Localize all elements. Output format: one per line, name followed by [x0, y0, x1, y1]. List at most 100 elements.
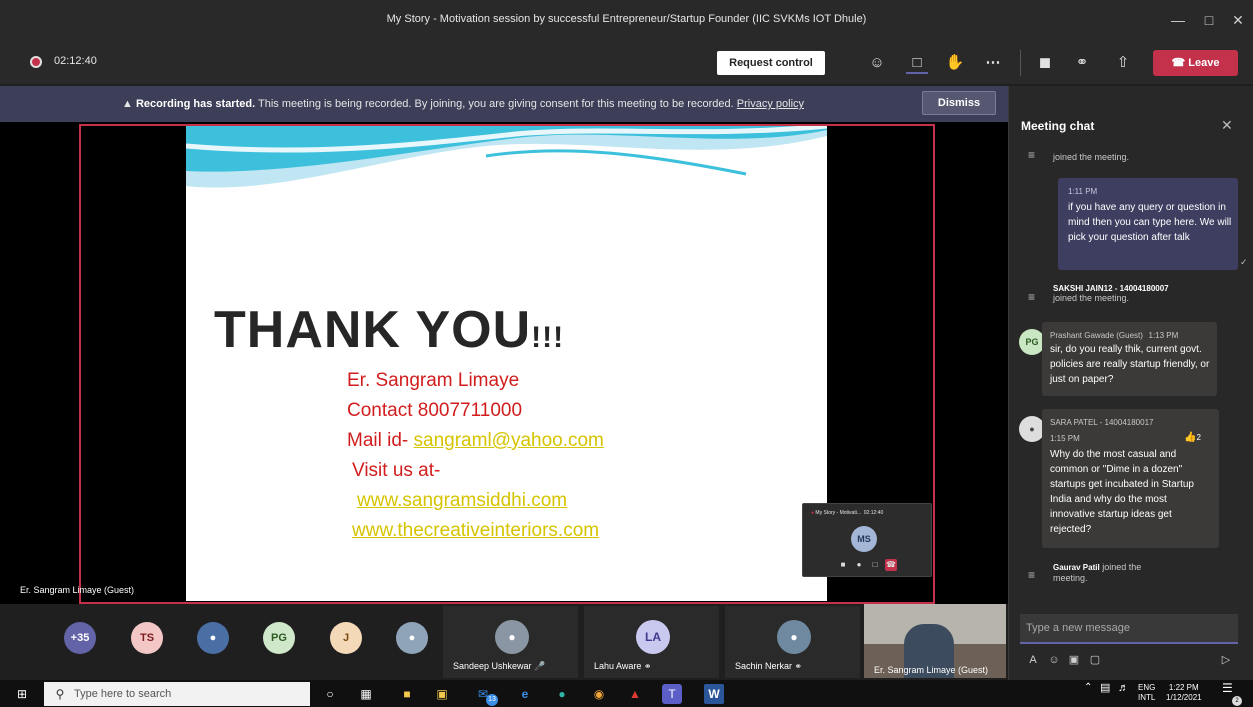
request-control-button[interactable]: Request control — [717, 51, 825, 75]
slide-site-1: www.sangramsiddhi.com — [357, 490, 568, 511]
chrome-icon[interactable]: ◉ — [589, 684, 609, 704]
participant-avatar-ts[interactable]: TS — [131, 622, 163, 654]
send-icon[interactable]: ▷ — [1218, 652, 1234, 668]
leave-button[interactable]: ☎ Leave — [1153, 50, 1238, 76]
store-icon[interactable]: ▣ — [432, 684, 452, 704]
system-message: joined the meeting. — [1053, 152, 1130, 162]
warning-icon: ▲ — [122, 98, 133, 110]
slide-visit: Visit us at- — [352, 460, 441, 481]
slide-heading: THANK YOU!!! — [214, 300, 564, 360]
recording-banner: ▲ Recording has started. This meeting is… — [0, 86, 1008, 122]
meeting-timer: 02:12:40 — [54, 55, 97, 67]
clock[interactable]: 1:22 PM 1/12/2021 — [1166, 683, 1202, 703]
clock-date: 1/12/2021 — [1166, 693, 1202, 702]
minimize-icon[interactable]: — — [1168, 10, 1188, 30]
participant-name: Sachin Nerkar ⚭ — [735, 661, 803, 671]
close-icon[interactable]: ✕ — [1228, 10, 1248, 30]
leave-label: Leave — [1188, 57, 1220, 69]
system-message-name: SAKSHI JAIN12 - 14004180007 — [1053, 284, 1169, 293]
chat-icon[interactable]: □ — [906, 52, 928, 74]
acrobat-icon[interactable]: ▲ — [625, 684, 645, 704]
notification-center-icon[interactable]: ☰ — [1222, 682, 1233, 694]
mini-window-title: ● My Story - Motivati... 02:12:40 — [811, 510, 884, 516]
window-title: My Story - Motivation session by success… — [386, 13, 867, 25]
slide-presenter-name: Er. Sangram Limaye — [347, 370, 520, 391]
participants-icon[interactable]: ☺ — [866, 52, 888, 74]
participant-tile-sachin[interactable]: ● Sachin Nerkar ⚭ — [725, 606, 860, 678]
mini-time: 02:12:40 — [863, 510, 884, 516]
message-meta: Prashant Gawade (Guest) 1:13 PM — [1050, 328, 1178, 343]
mini-title-text: My Story - Motivati... — [815, 510, 861, 516]
cortana-icon[interactable]: ○ — [320, 684, 340, 704]
edge-icon[interactable]: ● — [552, 684, 572, 704]
mini-share-icon[interactable]: □ — [869, 559, 881, 571]
mic-off-icon[interactable]: ⚭ — [1071, 52, 1093, 74]
mini-meeting-window[interactable]: ● My Story - Motivati... 02:12:40 MS ■ ●… — [802, 503, 932, 577]
privacy-policy-link[interactable]: Privacy policy — [737, 98, 804, 110]
gif-icon[interactable]: ▣ — [1066, 652, 1082, 668]
format-icon[interactable]: A — [1025, 652, 1041, 668]
participant-avatar-la: LA — [636, 620, 670, 654]
mini-avatar: MS — [851, 526, 877, 552]
chat-message[interactable]: Prashant Gawade (Guest) 1:13 PM sir, do … — [1042, 322, 1217, 396]
maximize-icon[interactable]: □ — [1199, 10, 1219, 30]
tray-expand-icon[interactable]: ⌃ — [1084, 683, 1092, 693]
more-actions-icon[interactable]: ⋯ — [982, 52, 1004, 74]
participant-photo-avatar[interactable]: ● — [197, 622, 229, 654]
mail-badge: 13 — [486, 694, 498, 706]
chat-message[interactable]: SARA PATEL - 14004180017 1:15 PM 👍2 Why … — [1042, 409, 1219, 548]
message-author: SARA PATEL - 14004180017 — [1050, 418, 1154, 427]
share-screen-icon[interactable]: ⇧ — [1112, 52, 1134, 74]
participant-avatar-pg[interactable]: PG — [263, 622, 295, 654]
slide-contact: Contact 8007711000 — [347, 400, 523, 421]
presenter-video-tile[interactable]: Er. Sangram Limaye (Guest) — [864, 604, 1006, 678]
word-icon[interactable]: W — [704, 684, 724, 704]
windows-start-icon[interactable]: ⊞ — [12, 684, 32, 704]
participant-photo: ● — [777, 620, 811, 654]
file-explorer-icon[interactable]: ■ — [397, 684, 417, 704]
slide-site-2: www.thecreativeinteriors.com — [352, 520, 600, 541]
recording-bold: Recording has started. — [135, 98, 256, 110]
seen-icon: ✓ — [1240, 257, 1248, 267]
meeting-toolbar — [0, 40, 1253, 84]
system-message-name: Gaurav Patil — [1053, 563, 1100, 572]
message-text: Why do the most casual and common or "Di… — [1050, 449, 1194, 535]
mini-hangup-icon[interactable]: ☎ — [885, 559, 897, 571]
message-text: if you have any query or question in min… — [1068, 202, 1232, 243]
chat-close-icon[interactable]: ✕ — [1221, 117, 1233, 134]
participant-tile-sandeep[interactable]: ● Sandeep Ushkewar 🎤 — [443, 606, 578, 678]
overflow-participants[interactable]: +35 — [64, 622, 96, 654]
network-icon[interactable]: ▤ — [1100, 683, 1110, 694]
participant-tile-lahu[interactable]: LA Lahu Aware ⚭ — [584, 606, 719, 678]
slide-wave-decoration — [186, 126, 827, 201]
slide-mail-prefix: Mail id- — [347, 430, 414, 451]
camera-off-icon[interactable]: ◼ — [1034, 52, 1056, 74]
teams-icon[interactable]: T — [662, 684, 682, 704]
internet-explorer-icon[interactable]: e — [515, 684, 535, 704]
taskbar-search-box[interactable]: Type here to search — [44, 682, 310, 706]
volume-icon[interactable]: ♬ — [1118, 683, 1129, 694]
system-message: Gaurav Patil joined the meeting. — [1053, 562, 1163, 584]
recording-icon — [30, 56, 42, 68]
my-chat-message[interactable]: 1:11 PM if you have any query or questio… — [1058, 178, 1238, 270]
speaker-label: Er. Sangram Limaye (Guest) — [20, 585, 135, 595]
message-text: sir, do you really thik, current govt. p… — [1050, 344, 1210, 385]
like-reaction[interactable]: 👍2 — [1184, 430, 1201, 445]
slide-heading-suffix: !!! — [531, 321, 565, 354]
mini-camera-icon[interactable]: ■ — [837, 559, 849, 571]
participant-photo: ● — [495, 620, 529, 654]
raise-hand-icon[interactable]: ✋ — [944, 52, 966, 74]
sticker-icon[interactable]: ▢ — [1087, 652, 1103, 668]
compose-message-input[interactable]: Type a new message — [1020, 614, 1238, 644]
participant-name: Lahu Aware ⚭ — [594, 661, 652, 671]
task-view-icon[interactable]: ▦ — [356, 684, 376, 704]
dismiss-button[interactable]: Dismiss — [922, 91, 996, 115]
slide-heading-text: THANK YOU — [214, 301, 532, 359]
language-indicator[interactable]: ENG INTL — [1138, 683, 1155, 703]
participant-avatar-j[interactable]: J — [330, 622, 362, 654]
participant-photo-avatar-2[interactable]: ● — [396, 622, 428, 654]
message-time: 1:11 PM — [1068, 187, 1098, 196]
emoji-icon[interactable]: ☺ — [1046, 652, 1062, 668]
mini-mic-icon[interactable]: ● — [853, 559, 865, 571]
search-icon: ⚲ — [55, 687, 65, 701]
